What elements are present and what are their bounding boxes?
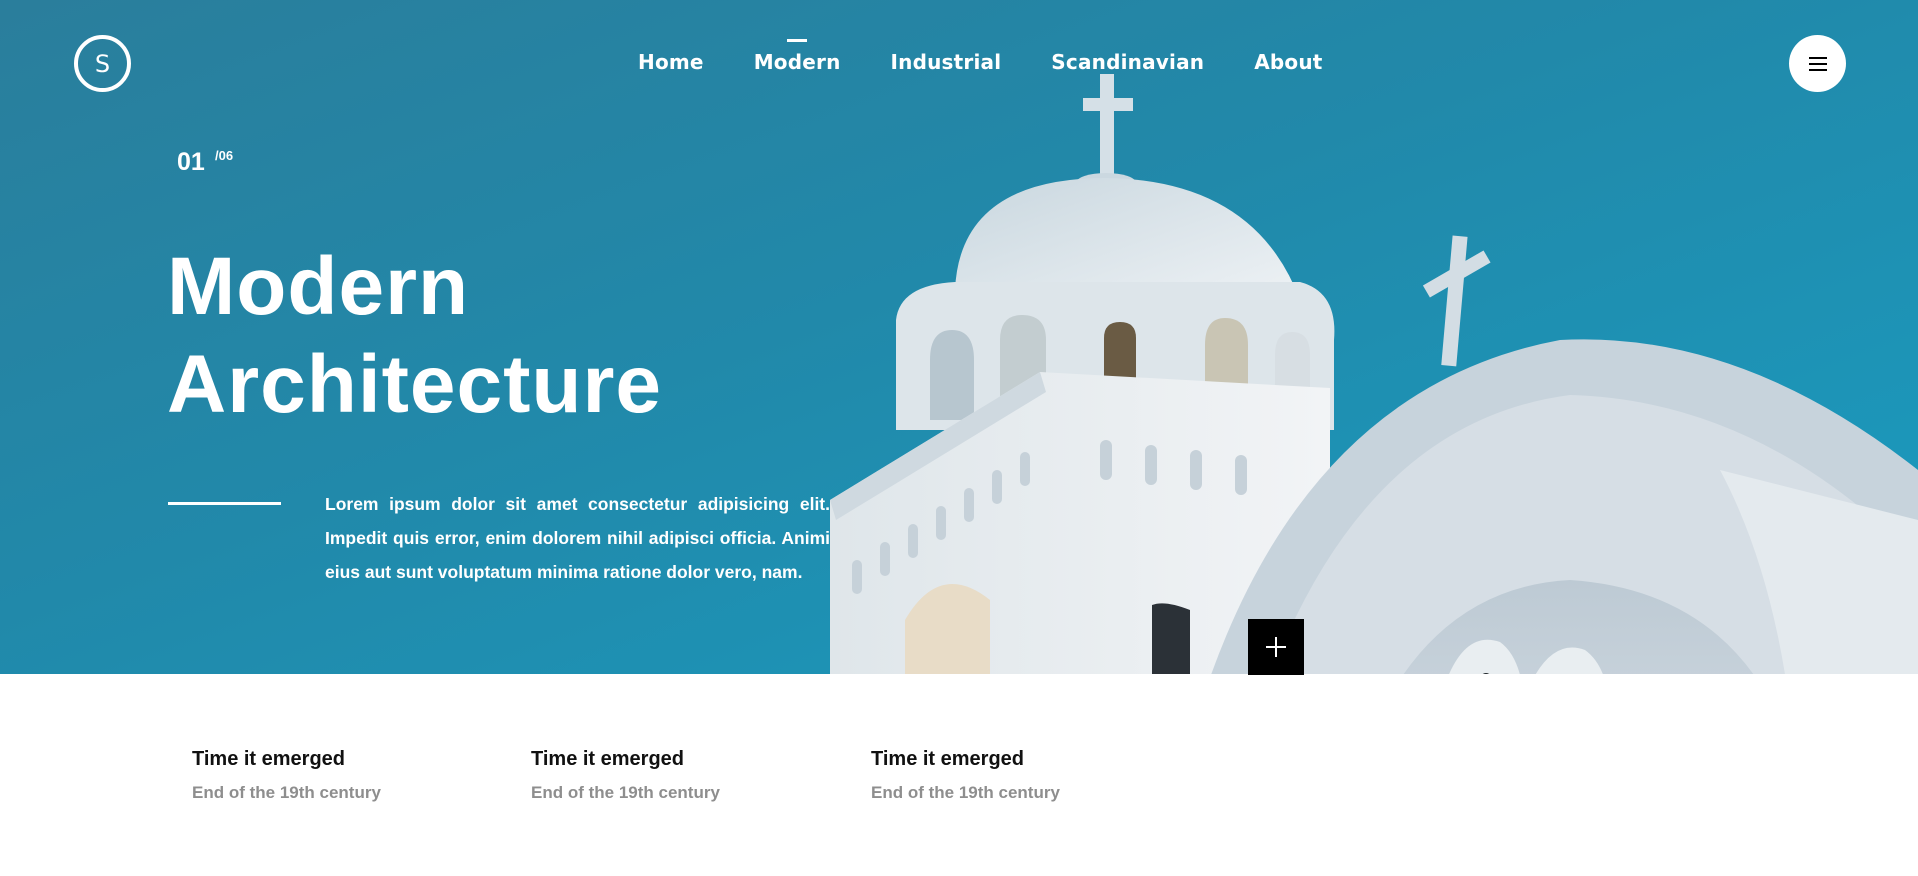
slide-counter: 01 /06: [177, 148, 233, 177]
feature-item: Time it emerged End of the 19th century: [531, 748, 720, 803]
nav-item-home[interactable]: Home: [638, 50, 704, 74]
feature-value: End of the 19th century: [531, 783, 720, 802]
feature-value: End of the 19th century: [192, 783, 381, 802]
page-title-line1: Modern: [167, 241, 470, 332]
menu-button[interactable]: [1789, 35, 1846, 92]
feature-value: End of the 19th century: [871, 783, 1060, 802]
feature-item: Time it emerged End of the 19th century: [871, 748, 1060, 803]
slide-counter-total: /06: [215, 148, 234, 163]
logo-letter: S: [94, 49, 111, 78]
main-nav: Home Modern Industrial Scandinavian Abou…: [638, 39, 1323, 74]
nav-item-industrial[interactable]: Industrial: [891, 50, 1002, 74]
feature-title: Time it emerged: [531, 748, 685, 770]
features-panel: Time it emerged End of the 19th century …: [0, 674, 1248, 876]
hero-section: S Home Modern Industrial Scandinavian Ab…: [0, 0, 1918, 674]
feature-title: Time it emerged: [871, 748, 1025, 770]
logo[interactable]: S: [74, 35, 131, 92]
nav-item-scandinavian[interactable]: Scandinavian: [1051, 50, 1204, 74]
nav-item-modern[interactable]: Modern: [754, 39, 841, 74]
nav-item-about[interactable]: About: [1254, 50, 1322, 74]
page-title-line2: Architecture: [167, 339, 663, 430]
page-title: Modern Architecture: [167, 238, 967, 434]
divider-line: [168, 502, 281, 505]
slide-counter-current: 01: [177, 148, 205, 176]
hamburger-icon: [1808, 56, 1827, 71]
plus-icon: [1266, 637, 1286, 657]
hero-description: Lorem ipsum dolor sit amet consectetur a…: [325, 494, 830, 582]
feature-item: Time it emerged End of the 19th century: [192, 748, 381, 803]
expand-button[interactable]: [1248, 619, 1304, 675]
feature-title: Time it emerged: [192, 748, 346, 770]
